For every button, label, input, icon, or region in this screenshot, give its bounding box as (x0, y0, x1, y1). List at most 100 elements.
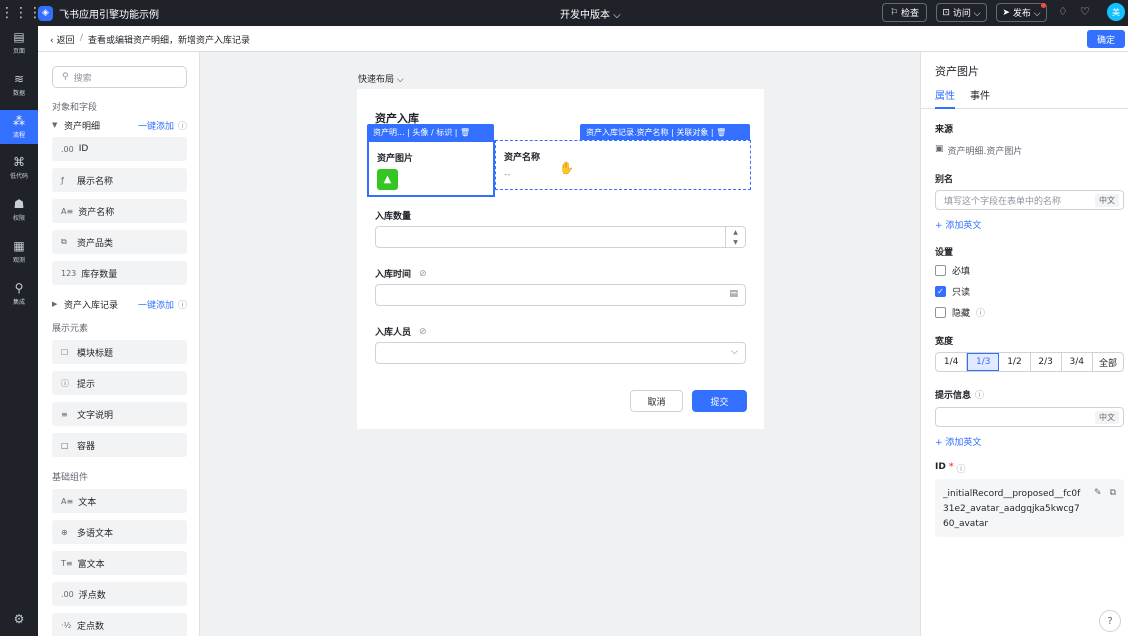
alias-heading: 别名 (935, 175, 954, 185)
info-icon: ⓘ (61, 378, 69, 388)
visit-icon: ⊡ (942, 7, 950, 18)
chevron-down-icon[interactable]: ▼ (733, 239, 738, 246)
source-value: ▣ 资产明细.资产图片 (935, 144, 1023, 157)
inspect-button[interactable]: ⚐ 检查 (882, 3, 927, 22)
edit-icon[interactable]: ✎ (1094, 486, 1102, 501)
settings-heading: 设置 (935, 248, 954, 258)
section-basic-components: 基础组件 (52, 473, 89, 483)
person-avatar-icon: ▲ (377, 169, 398, 190)
cancel-button[interactable]: 取消 (630, 390, 683, 412)
nav-item-observe[interactable]: ▦ 观测 (0, 235, 38, 269)
quick-layout-dropdown[interactable]: 快速布局 ⌵ (358, 72, 404, 85)
selected-field-toolbar[interactable]: 资产明... | 头像 / 标识 | 🗑 (367, 124, 494, 140)
back-link[interactable]: ‹ 返回 (50, 33, 74, 46)
person-select[interactable]: ⌵ (375, 342, 746, 364)
qty-stepper[interactable]: ▲ ▼ (725, 227, 745, 247)
publish-button[interactable]: ➤ 发布 ⌵ (996, 3, 1047, 22)
time-input[interactable]: ▤ (375, 284, 746, 306)
checkbox-unchecked[interactable] (935, 307, 946, 318)
alias-input[interactable]: 填写这个字段在表单中的名称 中文 (935, 190, 1124, 210)
info-icon: ⓘ (976, 309, 986, 319)
hidden-checkbox[interactable]: 隐藏 ⓘ (935, 306, 985, 319)
info-icon: ⓘ (975, 391, 985, 401)
component-panel: ⚲ 搜索 对象和字段 ▼ 资产明细 一键添加 ⓘ .00 ID ƒ 展示名称 A≡ 资产… (38, 52, 200, 636)
image-icon: ▣ (935, 144, 944, 154)
form-block[interactable]: 资产入库 资产明... | 头像 / 标识 | 🗑 资产入库记录.资产名称 | … (357, 89, 764, 429)
asset-image-field[interactable]: 资产图片 ▲ (367, 140, 495, 197)
tab-events[interactable]: 事件 (970, 87, 990, 102)
add-all-button[interactable]: 一键添加 (138, 119, 174, 132)
hovered-field-toolbar[interactable]: 资产入库记录.资产名称 | 关联对象 | 🗑 (580, 124, 750, 140)
item-float[interactable]: .00 浮点数 (52, 582, 187, 606)
item-rich-text[interactable]: T≡ 富文本 (52, 551, 187, 575)
item-module-title[interactable]: ☐ 模块标题 (52, 340, 187, 364)
width-option-selected[interactable]: 1/3 (967, 353, 1000, 371)
app-grid-icon[interactable]: ⋮⋮⋮ (0, 5, 42, 21)
avatar[interactable]: 美 (1107, 3, 1125, 21)
hint-input[interactable]: 中文 (935, 407, 1124, 427)
chevron-up-icon[interactable]: ▲ (733, 229, 738, 236)
copy-icon[interactable]: ⧉ (1110, 486, 1116, 501)
field-display-name[interactable]: ƒ 展示名称 (52, 168, 187, 192)
settings-gear[interactable]: ⚙ (0, 604, 38, 634)
asset-name-label: 资产名称 (504, 153, 541, 163)
checkbox-unchecked[interactable] (935, 265, 946, 276)
visit-button[interactable]: ⊡ 访问 ⌵ (936, 3, 987, 22)
item-tip[interactable]: ⓘ 提示 (52, 371, 187, 395)
help-icon[interactable]: ? (1099, 610, 1121, 632)
users-icon: ☗ (13, 197, 25, 211)
checkbox-checked-icon[interactable]: ✓ (935, 286, 946, 297)
tree-object-asset-record[interactable]: ▶ 资产入库记录 一键添加 ⓘ (52, 295, 187, 313)
number-icon: 123 (61, 268, 77, 278)
search-input[interactable]: ⚲ 搜索 (52, 66, 187, 88)
item-fixed-point[interactable]: ·½ 定点数 (52, 613, 187, 636)
field-id[interactable]: .00 ID (52, 137, 187, 161)
nav-item-permission[interactable]: ☗ 权限 (0, 193, 38, 227)
field-asset-name[interactable]: A≡ 资产名称 (52, 199, 187, 223)
source-heading: 来源 (935, 125, 954, 135)
width-option[interactable]: 3/4 (1062, 353, 1093, 371)
field-stock-qty[interactable]: 123 库存数量 (52, 261, 187, 285)
expand-caret-icon: ▼ (52, 121, 58, 129)
width-option[interactable]: 2/3 (1031, 353, 1062, 371)
item-container[interactable]: □ 容器 (52, 433, 187, 457)
item-multilang-text[interactable]: ⊕ 多语文本 (52, 520, 187, 544)
nav-item-integration[interactable]: ⚲ 集成 (0, 277, 38, 311)
asset-name-field[interactable]: 资产名称 -- ✋ (495, 140, 751, 190)
width-heading: 宽度 (935, 337, 954, 347)
nav-item-flow[interactable]: ⁂ 流程 (0, 110, 38, 144)
rich-text-icon: T≡ (61, 558, 73, 568)
submit-button[interactable]: 提交 (692, 390, 747, 412)
width-option[interactable]: 1/4 (936, 353, 968, 371)
app-name: 飞书应用引擎功能示例 (59, 9, 159, 21)
search-icon: ⚲ (62, 72, 69, 82)
width-option[interactable]: 全部 (1093, 353, 1123, 371)
nav-item-lowcode[interactable]: ⌘ 低代码 (0, 151, 38, 185)
container-icon: □ (61, 440, 69, 450)
bell-icon[interactable]: ♢ (1058, 5, 1068, 18)
panel-title: 资产图片 (935, 65, 979, 78)
hint-heading: 提示信息 ⓘ (935, 388, 984, 401)
item-text[interactable]: A≡ 文本 (52, 489, 187, 513)
width-option[interactable]: 1/2 (999, 353, 1031, 371)
nav-item-pages[interactable]: ▤ 页面 (0, 26, 38, 60)
field-asset-category[interactable]: ⧉ 资产品类 (52, 230, 187, 254)
qty-input[interactable]: ▲ ▼ (375, 226, 746, 248)
confirm-button[interactable]: 确定 (1087, 30, 1125, 48)
add-all-button[interactable]: 一键添加 (138, 298, 174, 311)
nav-item-data[interactable]: ≋ 数据 (0, 68, 38, 102)
version-selector[interactable]: 开发中版本 ⌵ (560, 6, 621, 21)
help-bulb-icon[interactable]: ♡ (1080, 5, 1090, 18)
tab-properties[interactable]: 属性 (935, 87, 955, 109)
tree-object-asset-detail[interactable]: ▼ 资产明细 一键添加 ⓘ (52, 116, 187, 134)
chevron-down-icon: ⌵ (731, 347, 738, 357)
add-english-link[interactable]: + 添加英文 (935, 218, 981, 231)
required-checkbox[interactable]: 必填 (935, 264, 970, 277)
grab-hand-icon: ✋ (559, 161, 574, 175)
globe-icon: ⊕ (61, 527, 68, 537)
left-nav: ▤ 页面 ≋ 数据 ⁂ 流程 ⌘ 低代码 ☗ 权限 ▦ 观测 ⚲ 集成 ⚙ (0, 26, 38, 636)
asset-image-label: 资产图片 (377, 154, 414, 164)
add-english-link-2[interactable]: + 添加英文 (935, 435, 981, 448)
item-text-desc[interactable]: ≡ 文字说明 (52, 402, 187, 426)
readonly-checkbox[interactable]: ✓ 只读 (935, 285, 970, 298)
